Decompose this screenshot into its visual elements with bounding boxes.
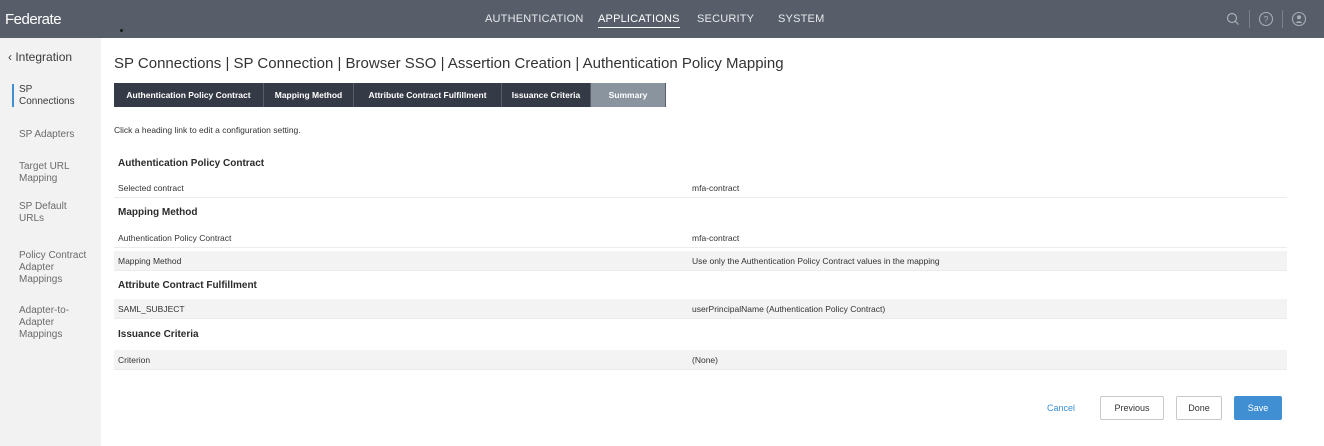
table-row: SAML_SUBJECT userPrincipalName (Authenti… <box>114 299 1287 319</box>
row-label: Mapping Method <box>118 256 182 266</box>
instruction-text: Click a heading link to edit a configura… <box>114 125 301 135</box>
row-value: userPrincipalName (Authentication Policy… <box>692 304 886 314</box>
sidebar-item-sp-connections[interactable]: SP Connections <box>19 84 89 108</box>
nav-authentication[interactable]: AUTHENTICATION <box>485 13 584 25</box>
sidebar-item-sp-adapters[interactable]: SP Adapters <box>19 129 99 141</box>
table-row: Selected contract mfa-contract <box>114 178 1287 198</box>
nav-applications[interactable]: APPLICATIONS <box>598 13 680 28</box>
nav-system[interactable]: SYSTEM <box>778 13 824 25</box>
cancel-button[interactable]: Cancel <box>1040 396 1082 420</box>
section-heading-authentication-policy-contract[interactable]: Authentication Policy Contract <box>118 158 264 169</box>
wizard-tabs: Authentication Policy Contract Mapping M… <box>114 83 666 107</box>
row-value: mfa-contract <box>692 233 740 243</box>
row-label: SAML_SUBJECT <box>118 304 185 314</box>
tab-issuance-criteria[interactable]: Issuance Criteria <box>502 83 591 107</box>
table-row: Criterion (None) <box>114 350 1287 370</box>
sidebar-item-adapter-to-adapter-mappings[interactable]: Adapter-to-Adapter Mappings <box>19 305 81 341</box>
sidebar-item-sp-default-urls[interactable]: SP Default URLs <box>19 201 79 225</box>
row-label: Authentication Policy Contract <box>118 233 232 243</box>
table-row: Authentication Policy Contract mfa-contr… <box>114 228 1287 248</box>
row-label: Selected contract <box>118 183 184 193</box>
section-heading-mapping-method[interactable]: Mapping Method <box>118 207 197 218</box>
toolbar-divider <box>1282 10 1283 28</box>
nav-security[interactable]: SECURITY <box>697 13 754 25</box>
active-indicator <box>12 84 14 107</box>
table-row: Mapping Method Use only the Authenticati… <box>114 251 1287 271</box>
tab-authentication-policy-contract[interactable]: Authentication Policy Contract <box>114 83 264 107</box>
svg-text:?: ? <box>1263 14 1268 24</box>
section-heading-attribute-contract-fulfillment[interactable]: Attribute Contract Fulfillment <box>118 280 257 291</box>
row-value: mfa-contract <box>692 183 740 193</box>
save-button[interactable]: Save <box>1234 396 1282 420</box>
sidebar-back-label: Integration <box>15 50 73 64</box>
top-navigation-bar: Federate AUTHENTICATION APPLICATIONS SEC… <box>0 0 1324 38</box>
brand-logo[interactable]: Federate <box>5 11 62 28</box>
sidebar-back-link[interactable]: ‹ Integration <box>8 50 72 64</box>
row-label: Criterion <box>118 355 151 365</box>
done-button[interactable]: Done <box>1176 396 1222 420</box>
indicator-dot <box>120 29 123 32</box>
help-icon[interactable]: ? <box>1257 10 1275 28</box>
toolbar-divider <box>1249 10 1250 28</box>
chevron-left-icon: ‹ <box>8 50 12 64</box>
section-heading-issuance-criteria[interactable]: Issuance Criteria <box>118 329 199 340</box>
user-icon[interactable] <box>1290 10 1308 28</box>
search-icon[interactable] <box>1224 10 1242 28</box>
sidebar: ‹ Integration SP Connections SP Adapters… <box>0 38 101 446</box>
row-value: (None) <box>692 355 718 365</box>
row-value: Use only the Authentication Policy Contr… <box>692 256 940 266</box>
previous-button[interactable]: Previous <box>1100 396 1164 420</box>
tab-mapping-method[interactable]: Mapping Method <box>264 83 354 107</box>
sidebar-item-target-url-mapping[interactable]: Target URL Mapping <box>19 161 83 185</box>
page-title: SP Connections | SP Connection | Browser… <box>114 55 784 72</box>
tab-attribute-contract-fulfillment[interactable]: Attribute Contract Fulfillment <box>354 83 502 107</box>
tab-summary[interactable]: Summary <box>591 83 666 107</box>
sidebar-item-policy-contract-adapter-mappings[interactable]: Policy Contract Adapter Mappings <box>19 250 99 286</box>
